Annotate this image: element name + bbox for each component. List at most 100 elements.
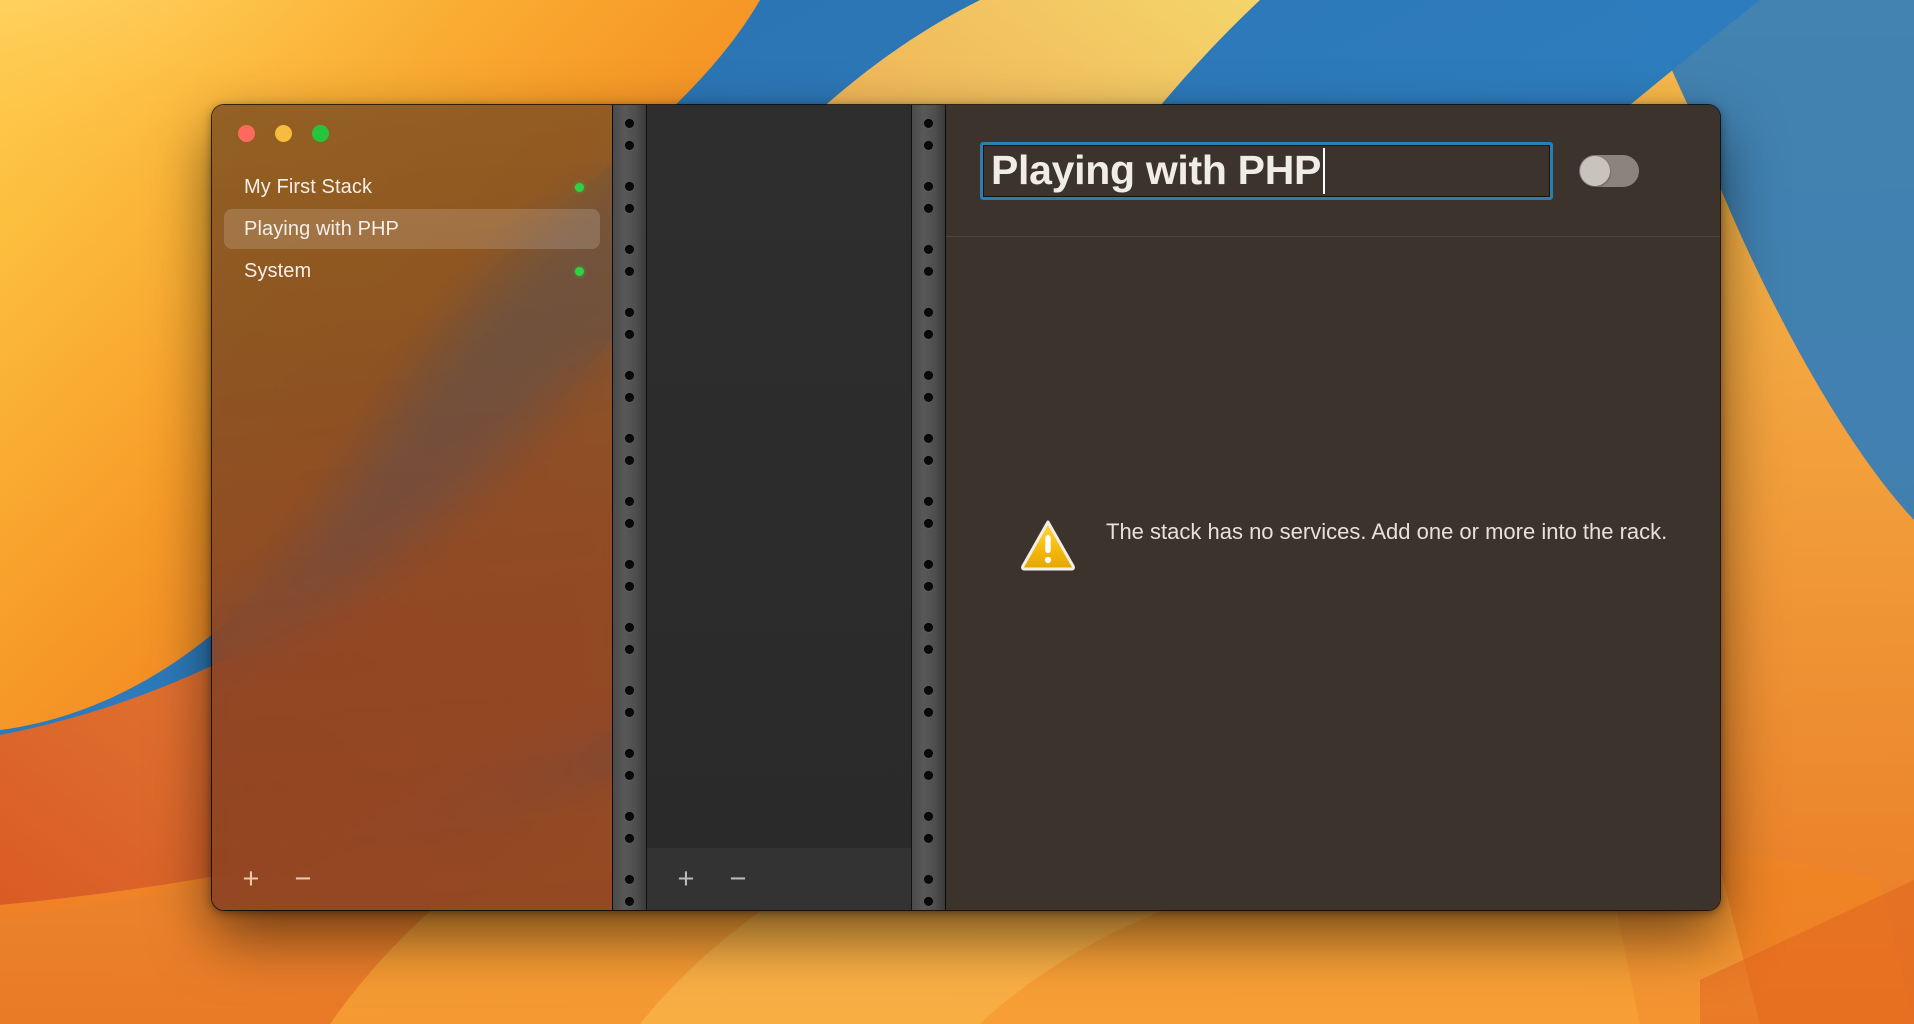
rack-hole bbox=[625, 308, 634, 317]
rack-hole-pair bbox=[625, 812, 634, 856]
rack-hole bbox=[924, 812, 933, 821]
rack-hole-pair bbox=[924, 812, 933, 856]
rack-hole bbox=[625, 686, 634, 695]
detail-header: Playing with PHP bbox=[946, 105, 1720, 237]
rack-hole bbox=[924, 308, 933, 317]
rack-hole bbox=[625, 834, 634, 843]
rack-hole bbox=[625, 434, 634, 443]
rack-hole bbox=[924, 267, 933, 276]
rack-hole bbox=[924, 623, 933, 632]
rack-hole bbox=[924, 582, 933, 591]
rack-hole bbox=[924, 519, 933, 528]
rack-hole bbox=[625, 141, 634, 150]
rack-hole-pair bbox=[625, 119, 634, 163]
rack-hole bbox=[924, 434, 933, 443]
rack-hole bbox=[924, 119, 933, 128]
rack-hole-pair bbox=[625, 875, 634, 910]
rack-hole bbox=[625, 245, 634, 254]
rack-hole-pair bbox=[625, 560, 634, 604]
rack-hole-pair bbox=[625, 749, 634, 793]
add-stack-button[interactable]: + bbox=[234, 862, 268, 896]
rack-hole bbox=[924, 497, 933, 506]
rack-hole bbox=[625, 371, 634, 380]
rack-hole bbox=[625, 708, 634, 717]
empty-state-text: The stack has no services. Add one or mo… bbox=[1106, 518, 1668, 544]
rack-hole-pair bbox=[924, 560, 933, 604]
rack-hole-pair bbox=[924, 875, 933, 910]
rack-hole bbox=[625, 519, 634, 528]
sidebar-item-playing-with-php[interactable]: Playing with PHP bbox=[224, 209, 600, 249]
rack-hole bbox=[625, 267, 634, 276]
minimize-window-button[interactable] bbox=[275, 125, 292, 142]
rack-hole-pair bbox=[625, 497, 634, 541]
stack-label: System bbox=[244, 259, 312, 282]
rack-hole-pair bbox=[625, 686, 634, 730]
rack-hole bbox=[625, 812, 634, 821]
stack-name-input[interactable]: Playing with PHP bbox=[980, 141, 1553, 200]
remove-service-button[interactable]: − bbox=[721, 862, 755, 896]
rack-hole bbox=[924, 245, 933, 254]
rack-hole bbox=[924, 834, 933, 843]
rack-hole-pair bbox=[625, 371, 634, 415]
rack-hole bbox=[924, 141, 933, 150]
rack-footer: + − bbox=[647, 848, 911, 910]
close-window-button[interactable] bbox=[238, 125, 255, 142]
rack-hole-pair bbox=[625, 623, 634, 667]
rack-hole-pair bbox=[625, 245, 634, 289]
rack-hole bbox=[924, 875, 933, 884]
rack-hole-pair bbox=[924, 308, 933, 352]
rack-hole bbox=[625, 771, 634, 780]
sidebar-item-system[interactable]: System bbox=[224, 251, 600, 291]
rack-hole-pair bbox=[924, 623, 933, 667]
stacks-sidebar: My First Stack Playing with PHP System +… bbox=[212, 105, 612, 910]
rack-mounting-holes bbox=[912, 105, 945, 910]
maximize-window-button[interactable] bbox=[312, 125, 329, 142]
rack-hole-pair bbox=[924, 497, 933, 541]
rack-hole bbox=[924, 393, 933, 402]
rack-hole-pair bbox=[625, 308, 634, 352]
rack-hole bbox=[625, 749, 634, 758]
rack-hole bbox=[625, 875, 634, 884]
rack-hole bbox=[924, 771, 933, 780]
rack-hole bbox=[625, 497, 634, 506]
rack-hole-pair bbox=[625, 182, 634, 226]
window-controls bbox=[212, 105, 612, 157]
toggle-knob bbox=[1580, 155, 1610, 186]
rack-hole bbox=[625, 645, 634, 654]
detail-body: The stack has no services. Add one or mo… bbox=[946, 237, 1720, 910]
rack-hole bbox=[625, 204, 634, 213]
text-cursor bbox=[1323, 147, 1326, 194]
rack-rail-right bbox=[911, 105, 945, 910]
rack-hole-pair bbox=[625, 434, 634, 478]
rack-hole-pair bbox=[924, 371, 933, 415]
rack-interior-empty[interactable] bbox=[647, 105, 911, 910]
rack-hole bbox=[924, 330, 933, 339]
rack-hole-pair bbox=[924, 119, 933, 163]
status-dot-running bbox=[575, 182, 584, 192]
empty-state-message: The stack has no services. Add one or mo… bbox=[1020, 517, 1667, 573]
stack-label: My First Stack bbox=[244, 175, 373, 198]
rack-hole-pair bbox=[924, 686, 933, 730]
remove-stack-button[interactable]: − bbox=[286, 862, 320, 896]
rack-rail-left bbox=[613, 105, 647, 910]
rack-hole bbox=[924, 897, 933, 906]
rack-hole-pair bbox=[924, 434, 933, 478]
service-rack: + − bbox=[612, 105, 946, 910]
rack-hole bbox=[625, 623, 634, 632]
rack-hole bbox=[924, 456, 933, 465]
rack-hole bbox=[625, 119, 634, 128]
rack-hole bbox=[924, 708, 933, 717]
rack-hole bbox=[625, 456, 634, 465]
stack-name-value: Playing with PHP bbox=[991, 147, 1322, 193]
rack-hole-pair bbox=[924, 749, 933, 793]
stack-power-toggle[interactable] bbox=[1579, 154, 1639, 187]
rack-hole-pair bbox=[924, 182, 933, 226]
sidebar-item-my-first-stack[interactable]: My First Stack bbox=[224, 167, 600, 207]
rack-hole bbox=[924, 204, 933, 213]
stack-list: My First Stack Playing with PHP System bbox=[212, 157, 612, 293]
rack-hole bbox=[924, 560, 933, 569]
add-service-button[interactable]: + bbox=[669, 862, 703, 896]
rack-mounting-holes bbox=[613, 105, 646, 910]
rack-hole bbox=[625, 897, 634, 906]
rack-hole bbox=[924, 686, 933, 695]
